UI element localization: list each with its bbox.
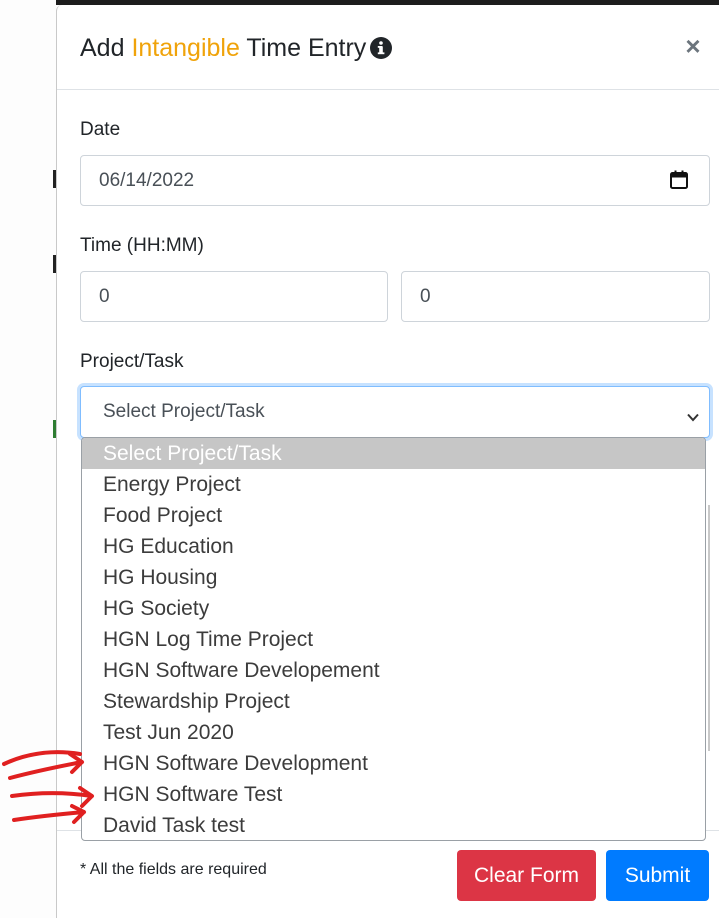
minutes-input[interactable]: 0	[401, 271, 710, 322]
date-value: 06/14/2022	[99, 170, 195, 191]
dropdown-option[interactable]: HGN Software Development	[82, 748, 705, 779]
modal-header: Add Intangible Time Entry ×	[57, 5, 719, 90]
dropdown-option[interactable]: HGN Software Developement	[82, 655, 705, 686]
dropdown-option[interactable]: HGN Log Time Project	[82, 624, 705, 655]
page-backdrop	[0, 0, 57, 918]
hours-value: 0	[99, 286, 110, 307]
dropdown-option[interactable]: Food Project	[82, 500, 705, 531]
project-label: Project/Task	[80, 351, 184, 372]
date-label: Date	[80, 119, 121, 140]
time-label: Time (HH:MM)	[80, 235, 204, 256]
dropdown-option[interactable]: HGN Software Test	[82, 779, 705, 810]
date-input[interactable]: 06/14/2022	[80, 155, 710, 206]
dropdown-option[interactable]: David Task test	[82, 810, 705, 840]
submit-button[interactable]: Submit	[606, 850, 709, 901]
project-dropdown-list: Select Project/Task Energy Project Food …	[81, 437, 706, 841]
calendar-icon[interactable]	[669, 170, 689, 197]
project-select[interactable]: Select Project/Task	[80, 386, 710, 438]
dropdown-option[interactable]: HG Education	[82, 531, 705, 562]
title-accent: Intangible	[131, 34, 240, 62]
dropdown-option[interactable]: Test Jun 2020	[82, 717, 705, 748]
close-icon: ×	[685, 31, 701, 61]
minutes-value: 0	[420, 286, 431, 307]
hours-input[interactable]: 0	[80, 271, 388, 322]
dropdown-option[interactable]: HG Housing	[82, 562, 705, 593]
clear-form-button[interactable]: Clear Form	[457, 850, 596, 901]
dropdown-option[interactable]: HG Society	[82, 593, 705, 624]
dropdown-option[interactable]: Select Project/Task	[82, 438, 705, 469]
obscured-field-edge	[708, 505, 710, 751]
project-select-value: Select Project/Task	[103, 401, 265, 422]
modal-title: Add Intangible Time Entry	[80, 33, 393, 66]
title-suffix: Time Entry	[239, 34, 367, 62]
dropdown-option[interactable]: Stewardship Project	[82, 686, 705, 717]
close-button[interactable]: ×	[678, 31, 708, 61]
dropdown-option[interactable]: Energy Project	[82, 469, 705, 500]
info-circle-icon[interactable]	[370, 36, 393, 66]
required-note: * All the fields are required	[80, 861, 267, 878]
chevron-down-icon	[687, 406, 699, 428]
title-prefix: Add	[80, 34, 132, 62]
